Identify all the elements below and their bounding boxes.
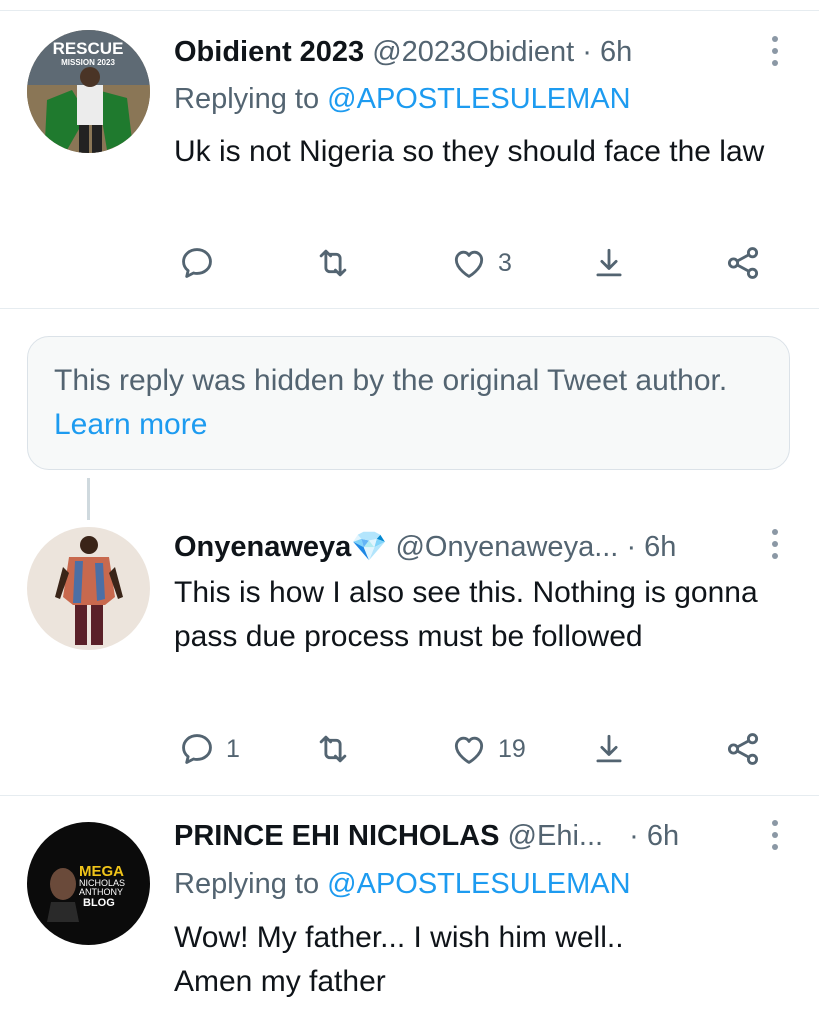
- tweet-text: This is how I also see this. Nothing is …: [174, 576, 758, 653]
- more-icon[interactable]: [769, 36, 781, 66]
- reply-button[interactable]: 1: [178, 724, 240, 774]
- timestamp[interactable]: 6h: [647, 820, 679, 852]
- separator-dot: ·: [582, 36, 592, 68]
- reply-button[interactable]: [178, 238, 226, 288]
- avatar-title: RESCUE: [53, 39, 124, 58]
- retweet-button[interactable]: [314, 238, 362, 288]
- avatar[interactable]: [27, 527, 150, 650]
- author-handle[interactable]: @2023Obidient: [372, 36, 574, 68]
- avatar-image: [27, 527, 150, 650]
- author-handle[interactable]: @Onyenaweya...: [395, 531, 618, 563]
- action-bar: 3: [0, 238, 819, 288]
- more-icon[interactable]: [769, 820, 781, 850]
- reply-count: 1: [226, 734, 240, 763]
- author-name[interactable]: Onyenaweya💎: [174, 531, 387, 563]
- tweet-header: Obidient 2023 @2023Obidient · 6h: [174, 32, 763, 72]
- separator-dot: ·: [626, 531, 637, 563]
- reply-icon: [182, 248, 212, 278]
- hidden-reply-text: This reply was hidden by the original Tw…: [54, 364, 728, 397]
- retweet-button[interactable]: [314, 724, 362, 774]
- avatar-line-3: ANTHONY: [79, 887, 123, 897]
- avatar-image: RESCUE MISSION 2023: [27, 30, 150, 153]
- like-count: 19: [498, 734, 526, 763]
- avatar-subtitle: MISSION 2023: [61, 58, 115, 67]
- replying-prefix: Replying to: [174, 83, 328, 115]
- replying-to: Replying to @APOSTLESULEMAN: [174, 79, 631, 119]
- share-button[interactable]: [724, 238, 762, 288]
- like-button[interactable]: 19: [450, 724, 526, 774]
- hidden-reply-notice: This reply was hidden by the original Tw…: [27, 336, 790, 470]
- timestamp[interactable]: 6h: [644, 531, 676, 563]
- timestamp[interactable]: 6h: [600, 36, 632, 68]
- bookmark-icon: [596, 734, 622, 763]
- author-name[interactable]: Obidient 2023: [174, 36, 364, 68]
- retweet-icon: [319, 735, 347, 763]
- tweet-2[interactable]: Onyenaweya💎 @Onyenaweya... · 6h This is …: [0, 520, 819, 792]
- learn-more-link[interactable]: Learn more: [54, 408, 207, 441]
- like-count: 3: [498, 248, 512, 277]
- replying-prefix: Replying to: [174, 868, 328, 900]
- avatar[interactable]: MEGA NICHOLAS ANTHONY BLOG: [27, 822, 150, 945]
- more-icon[interactable]: [769, 529, 781, 559]
- tweet-1[interactable]: RESCUE MISSION 2023 Obidient 2023 @2023O…: [0, 0, 819, 308]
- bookmark-button[interactable]: [590, 724, 628, 774]
- tweet-text: Uk is not Nigeria so they should face th…: [174, 135, 765, 168]
- bookmark-icon: [596, 248, 622, 277]
- share-icon: [727, 733, 759, 765]
- thread-connector: [87, 478, 90, 520]
- replying-to: Replying to @APOSTLESULEMAN: [174, 864, 631, 904]
- avatar-line-4: BLOG: [83, 897, 115, 909]
- author-handle[interactable]: @Ehi...: [508, 820, 604, 852]
- share-icon: [727, 247, 759, 279]
- like-icon: [454, 250, 484, 278]
- mention-link[interactable]: @APOSTLESULEMAN: [327, 83, 630, 115]
- author-name[interactable]: PRINCE EHI NICHOLAS: [174, 820, 499, 852]
- tweet-3[interactable]: MEGA NICHOLAS ANTHONY BLOG PRINCE EHI NI…: [0, 796, 819, 1024]
- divider: [0, 308, 819, 309]
- action-bar: 1 19: [0, 724, 819, 774]
- share-button[interactable]: [724, 724, 762, 774]
- reply-icon: [182, 734, 212, 764]
- bookmark-button[interactable]: [590, 238, 628, 288]
- avatar[interactable]: RESCUE MISSION 2023: [27, 30, 150, 153]
- tweet-header: PRINCE EHI NICHOLAS @Ehi... · 6h: [174, 816, 763, 856]
- mention-link[interactable]: @APOSTLESULEMAN: [327, 868, 630, 900]
- like-button[interactable]: 3: [450, 238, 512, 288]
- avatar-image: MEGA NICHOLAS ANTHONY BLOG: [27, 822, 150, 945]
- tweet-header: Onyenaweya💎 @Onyenaweya... · 6h: [174, 527, 763, 567]
- separator-dot: ·: [629, 820, 639, 852]
- tweet-text: Wow! My father... I wish him well.. Amen…: [174, 921, 624, 998]
- retweet-icon: [319, 249, 347, 277]
- like-icon: [454, 736, 484, 764]
